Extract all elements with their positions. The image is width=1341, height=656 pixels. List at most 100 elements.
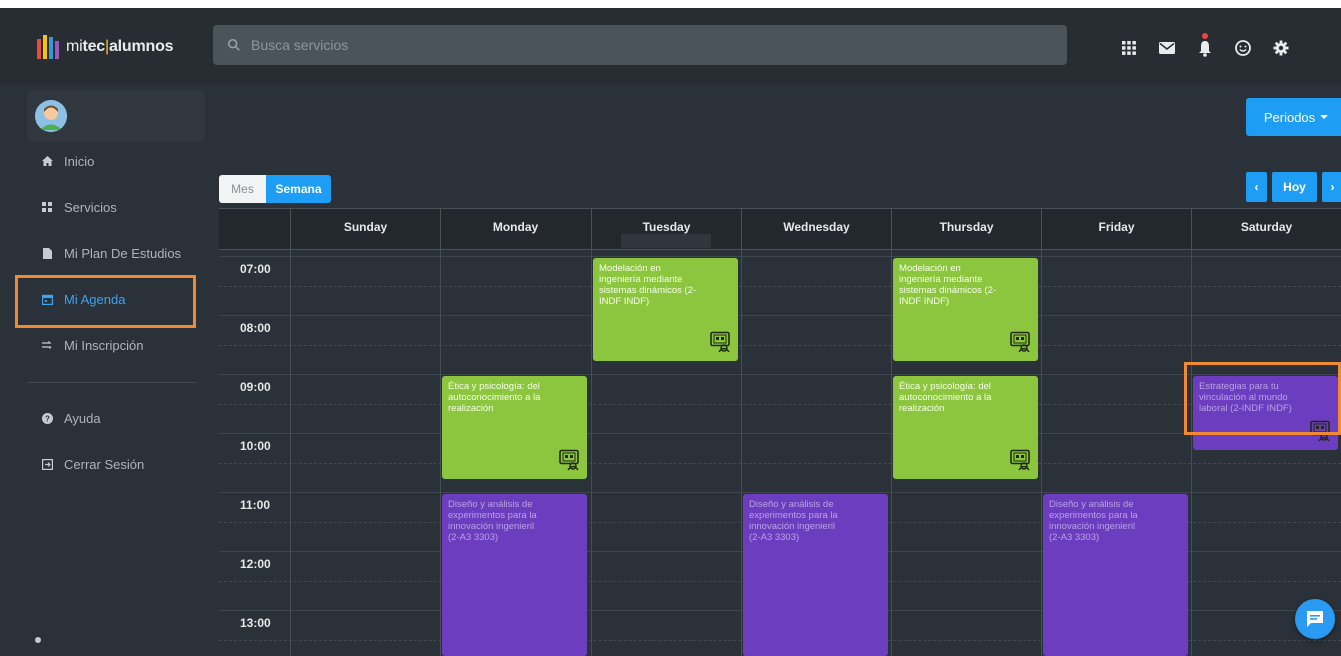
sidebar-item-label: Ayuda xyxy=(64,410,101,426)
virtual-class-icon xyxy=(709,331,731,353)
transfer-icon xyxy=(40,341,54,349)
grid-row xyxy=(219,285,1341,316)
view-month-button[interactable]: Mes xyxy=(219,175,266,203)
day-header-wednesday: Wednesday xyxy=(741,209,891,250)
time-label: 11:00 xyxy=(240,498,271,512)
periods-label: Periodos xyxy=(1263,109,1316,125)
sidebar: Inicio Servicios Mi Plan De Estudios Mi … xyxy=(0,84,208,656)
event-title: Diseño y análisis de experimentos para l… xyxy=(749,499,838,543)
grid-row xyxy=(219,344,1341,375)
sidebar-item-ayuda[interactable]: ? Ayuda xyxy=(0,395,208,441)
logo-bars-icon xyxy=(37,35,61,59)
virtual-class-icon xyxy=(558,449,580,471)
grid-row xyxy=(219,433,1341,463)
calendar-event[interactable]: Diseño y análisis de experimentos para l… xyxy=(442,494,587,656)
day-header-friday: Friday xyxy=(1041,209,1191,250)
time-label: 08:00 xyxy=(240,321,271,335)
calendar-event[interactable]: Modelación en ingeniería mediante sistem… xyxy=(593,258,738,362)
grid-column-line xyxy=(1191,250,1192,656)
calendar-event[interactable]: Ética y psicología: del autoconocimiento… xyxy=(893,376,1038,480)
main-content: Periodos Mes Semana ‹ Hoy › Sunday Monday… xyxy=(208,84,1341,656)
sidebar-item-mi-inscripcion[interactable]: Mi Inscripción xyxy=(0,322,208,368)
event-title: Ética y psicología: del autoconocimiento… xyxy=(448,381,541,414)
time-label: 13:00 xyxy=(240,616,271,630)
highlight-mi-agenda xyxy=(15,275,196,328)
help-icon: ? xyxy=(40,412,54,424)
grid-row xyxy=(219,315,1341,345)
time-label: 09:00 xyxy=(240,380,271,394)
app-window: mitec|alumnos Busca servicios Inicio Ser… xyxy=(0,8,1341,656)
sidebar-item-label: Servicios xyxy=(64,199,117,215)
search-bar[interactable] xyxy=(213,25,1067,65)
today-button[interactable]: Hoy xyxy=(1272,172,1317,202)
grid-column-line xyxy=(1041,250,1042,656)
grid-row xyxy=(219,403,1341,434)
sidebar-item-cerrar-sesion[interactable]: Cerrar Sesión xyxy=(0,441,208,487)
periods-dropdown-button[interactable]: Periodos xyxy=(1246,98,1341,136)
sidebar-item-servicios[interactable]: Servicios xyxy=(0,184,208,230)
event-title: Ética y psicología: del autoconocimiento… xyxy=(899,381,992,414)
day-header-saturday: Saturday xyxy=(1191,209,1341,250)
document-icon xyxy=(40,247,54,259)
event-title: Modelación en ingeniería mediante sistem… xyxy=(899,263,997,307)
grid-column-line xyxy=(891,250,892,656)
grid-column-line xyxy=(591,250,592,656)
sidebar-item-inicio[interactable]: Inicio xyxy=(0,138,208,184)
calendar-event[interactable]: Diseño y análisis de experimentos para l… xyxy=(743,494,888,656)
avatar xyxy=(35,100,67,132)
logout-icon xyxy=(40,458,54,470)
apps-grid-icon[interactable] xyxy=(1110,32,1148,64)
sidebar-dot xyxy=(35,637,41,643)
prev-week-button[interactable]: ‹ xyxy=(1246,172,1267,202)
view-week-button[interactable]: Semana xyxy=(266,175,331,203)
notification-dot xyxy=(1202,33,1208,39)
search-input[interactable] xyxy=(251,37,1031,53)
calendar-event[interactable]: Ética y psicología: del autoconocimiento… xyxy=(442,376,587,480)
chat-icon xyxy=(1307,611,1323,627)
sidebar-item-plan-de-estudios[interactable]: Mi Plan De Estudios xyxy=(0,230,208,276)
top-bar: mitec|alumnos xyxy=(0,8,1341,84)
calendar-header: Sunday Monday Tuesday Wednesday Thursday Frid… xyxy=(219,209,1341,250)
mail-icon[interactable] xyxy=(1148,32,1186,64)
day-header-thursday: Thursday xyxy=(891,209,1041,250)
current-day-bar xyxy=(621,234,711,248)
date-navigation: ‹ Hoy › xyxy=(1246,172,1341,202)
grid-column-line xyxy=(741,250,742,656)
sidebar-item-label: Cerrar Sesión xyxy=(64,456,145,472)
grid-column-line xyxy=(440,250,441,656)
event-title: Modelación en ingeniería mediante sistem… xyxy=(599,263,697,307)
virtual-class-icon xyxy=(1009,331,1031,353)
grid-row xyxy=(219,462,1341,493)
calendar-event[interactable]: Diseño y análisis de experimentos para l… xyxy=(1043,494,1188,656)
gear-icon[interactable] xyxy=(1262,32,1300,64)
day-header-monday: Monday xyxy=(440,209,590,250)
profile-card[interactable] xyxy=(27,90,205,142)
virtual-class-icon xyxy=(1009,449,1031,471)
mitec-logo[interactable]: mitec|alumnos xyxy=(37,32,174,62)
smiley-icon[interactable] xyxy=(1224,32,1262,64)
day-header-sunday: Sunday xyxy=(290,209,440,250)
calendar-event[interactable]: Modelación en ingeniería mediante sistem… xyxy=(893,258,1038,362)
home-icon xyxy=(40,156,54,166)
week-calendar: Sunday Monday Tuesday Wednesday Thursday Frid… xyxy=(219,208,1341,656)
time-label: 10:00 xyxy=(240,439,271,453)
sidebar-item-label: Mi Inscripción xyxy=(64,337,144,353)
svg-text:?: ? xyxy=(45,414,50,423)
sidebar-item-label: Mi Plan De Estudios xyxy=(64,245,182,261)
search-icon xyxy=(227,38,240,51)
grid-row xyxy=(219,374,1341,404)
highlight-saturday-event xyxy=(1184,362,1341,435)
view-switcher: Mes Semana xyxy=(219,175,331,203)
top-icons xyxy=(1110,32,1300,64)
grid-column-line xyxy=(290,250,291,656)
chat-button[interactable] xyxy=(1295,599,1335,639)
logo-text: mitec|alumnos xyxy=(66,38,174,55)
caret-down-icon xyxy=(1320,115,1329,119)
bell-icon[interactable] xyxy=(1186,32,1224,64)
grid-icon xyxy=(40,202,54,212)
time-label: 12:00 xyxy=(240,557,271,571)
event-title: Diseño y análisis de experimentos para l… xyxy=(448,499,537,543)
next-week-button[interactable]: › xyxy=(1322,172,1341,202)
time-label: 07:00 xyxy=(240,262,271,276)
grid-row xyxy=(219,256,1341,286)
